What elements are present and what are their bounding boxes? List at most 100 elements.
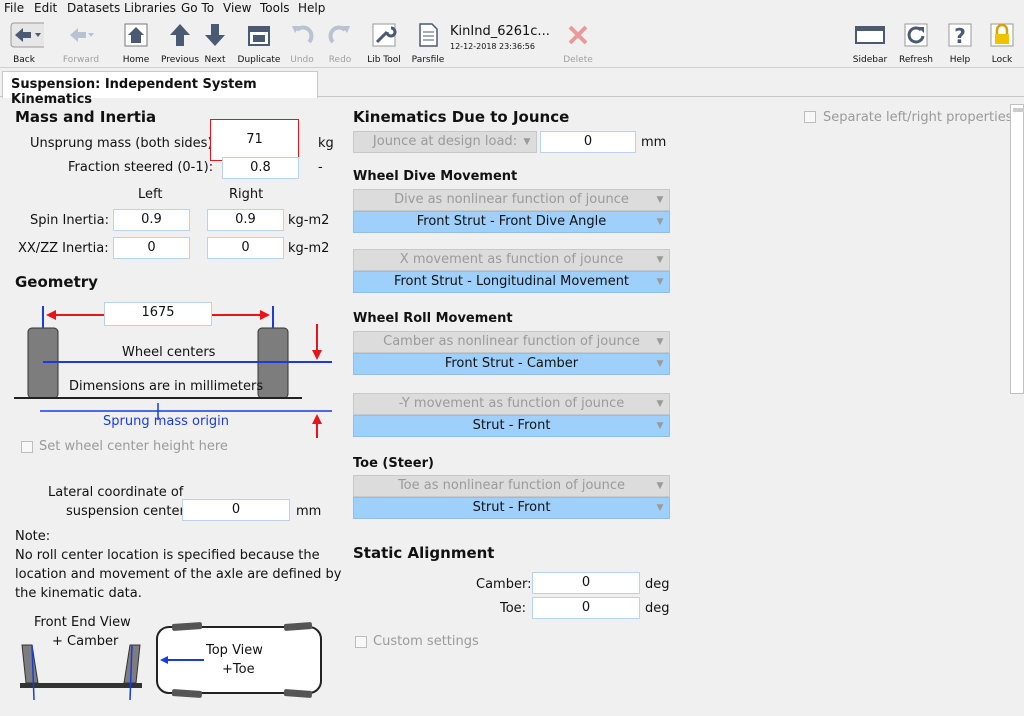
sidebar-panel-edge[interactable]	[1010, 104, 1024, 394]
sidebar-panel-header	[1013, 108, 1024, 112]
jounce-dropdown[interactable]: Jounce at design load: ▼	[353, 131, 537, 153]
fraction-steered-input[interactable]: 0.8	[222, 157, 299, 179]
static-alignment-heading: Static Alignment	[353, 544, 495, 562]
separate-properties-checkbox[interactable]	[804, 111, 816, 123]
toe-function-label: Toe as nonlinear function of jounce	[397, 478, 626, 493]
toe-function-dropdown[interactable]: Toe as nonlinear function of jounce ▼	[353, 475, 670, 497]
right-column-label: Right	[229, 187, 264, 202]
custom-settings-label: Custom settings	[373, 634, 479, 649]
menu-edit[interactable]: Edit	[34, 1, 57, 15]
dataset-date: 12-12-2018 23:36:56	[450, 42, 535, 51]
help-button[interactable]: ? Help	[942, 20, 978, 66]
note-line-1: No roll center location is specified bec…	[15, 548, 320, 563]
spin-inertia-right-input[interactable]: 0.9	[207, 209, 284, 231]
lock-icon	[990, 23, 1014, 47]
lib-tool-button[interactable]: Lib Tool	[364, 20, 404, 66]
refresh-icon	[904, 23, 928, 47]
front-view-label-1: Front End View	[34, 615, 131, 630]
previous-button[interactable]: Previous	[160, 20, 200, 66]
toe-label: Toe:	[500, 601, 527, 616]
back-button[interactable]: Back	[4, 20, 52, 66]
camber-unit: deg	[645, 577, 670, 592]
menu-datasets[interactable]: Datasets	[67, 1, 120, 15]
home-button[interactable]: Home	[118, 20, 154, 66]
chevron-down-icon: ▼	[656, 481, 664, 491]
xxzz-inertia-label: XX/ZZ Inertia:	[18, 241, 109, 256]
menu-help[interactable]: Help	[298, 1, 325, 15]
back-arrow-icon	[10, 22, 52, 48]
toe-dataset-dropdown[interactable]: Strut - Front ▼	[353, 497, 670, 519]
next-button[interactable]: Next	[200, 20, 230, 66]
undo-icon	[292, 25, 314, 44]
note-line-3: the kinematic data.	[15, 586, 142, 601]
menu-libraries[interactable]: Libraries	[124, 1, 176, 15]
sidebar-button[interactable]: Sidebar	[850, 20, 890, 66]
custom-settings-checkbox[interactable]	[355, 636, 367, 648]
camber-input[interactable]: 0	[532, 572, 640, 594]
dive-dataset-dropdown[interactable]: Front Strut - Front Dive Angle ▼	[353, 211, 670, 233]
mass-inertia-heading: Mass and Inertia	[15, 108, 157, 126]
menu-tools[interactable]: Tools	[260, 1, 290, 15]
spin-inertia-left-input[interactable]: 0.9	[113, 209, 190, 231]
previous-label: Previous	[160, 55, 200, 65]
set-height-checkbox[interactable]	[21, 441, 33, 453]
xxzz-inertia-left-input[interactable]: 0	[113, 237, 190, 259]
dimensions-note-label: Dimensions are in millimeters	[69, 379, 264, 394]
redo-button[interactable]: Redo	[326, 20, 354, 66]
xxzz-inertia-right-input[interactable]: 0	[207, 237, 284, 259]
dataset-title: KinInd_6261c...	[450, 24, 550, 39]
lock-button[interactable]: Lock	[984, 20, 1020, 66]
refresh-button[interactable]: Refresh	[896, 20, 936, 66]
unsprung-mass-input[interactable]: 71	[210, 119, 299, 161]
xxzz-inertia-unit: kg-m2	[288, 241, 330, 256]
forward-label: Forward	[62, 55, 100, 65]
menu-goto[interactable]: Go To	[181, 1, 214, 15]
delete-button[interactable]: Delete	[558, 20, 598, 66]
unsprung-mass-label: Unsprung mass (both sides):	[30, 136, 217, 151]
dive-function-dropdown[interactable]: Dive as nonlinear function of jounce ▼	[353, 189, 670, 211]
down-arrow-icon	[205, 24, 225, 46]
sprung-origin-label: Sprung mass origin	[103, 414, 230, 429]
x-movement-dataset-label: Front Strut - Longitudinal Movement	[393, 274, 630, 289]
toe-unit: deg	[645, 601, 670, 616]
menu-view[interactable]: View	[223, 1, 251, 15]
tab-suspension-kinematics[interactable]: Suspension: Independent System Kinematic…	[2, 71, 318, 107]
parsfile-button[interactable]: Parsfile	[410, 20, 446, 66]
lateral-coordinate-input[interactable]: 0	[182, 499, 290, 521]
camber-dataset-label: Front Strut - Camber	[444, 356, 579, 371]
next-label: Next	[204, 55, 226, 65]
y-movement-dataset-label: Strut - Front	[472, 418, 551, 433]
chevron-down-icon: ▼	[656, 359, 664, 369]
duplicate-button[interactable]: Duplicate	[236, 20, 282, 66]
camber-dataset-dropdown[interactable]: Front Strut - Camber ▼	[353, 353, 670, 375]
chevron-down-icon: ▼	[656, 195, 664, 205]
front-view-label-2: + Camber	[52, 634, 119, 649]
x-movement-dataset-dropdown[interactable]: Front Strut - Longitudinal Movement ▼	[353, 271, 670, 293]
camber-function-dropdown[interactable]: Camber as nonlinear function of jounce ▼	[353, 331, 670, 353]
spin-inertia-unit: kg-m2	[288, 213, 330, 228]
x-movement-function-dropdown[interactable]: X movement as function of jounce ▼	[353, 249, 670, 271]
geometry-heading: Geometry	[15, 273, 98, 291]
y-movement-dataset-dropdown[interactable]: Strut - Front ▼	[353, 415, 670, 437]
sidebar-icon	[855, 26, 885, 44]
dive-function-label: Dive as nonlinear function of jounce	[394, 192, 629, 207]
toe-input[interactable]: 0	[532, 597, 640, 619]
menu-file[interactable]: File	[4, 1, 24, 15]
undo-button[interactable]: Undo	[288, 20, 316, 66]
forward-button[interactable]: Forward	[60, 20, 102, 66]
document-icon	[419, 23, 438, 47]
delete-label: Delete	[563, 55, 593, 65]
toe-dataset-label: Strut - Front	[472, 500, 551, 515]
menu-bar: File Edit Datasets Libraries Go To View …	[0, 0, 1024, 18]
help-question-icon: ?	[948, 23, 972, 48]
up-arrow-icon	[170, 24, 190, 46]
dive-heading: Wheel Dive Movement	[353, 169, 518, 184]
y-movement-function-dropdown[interactable]: -Y movement as function of jounce ▼	[353, 393, 670, 415]
jounce-input[interactable]: 0	[540, 131, 636, 153]
track-width-input[interactable]: 1675	[104, 302, 212, 326]
sidebar-label: Sidebar	[852, 55, 888, 65]
spin-inertia-label: Spin Inertia:	[30, 213, 109, 228]
fraction-steered-unit: -	[318, 160, 323, 175]
separate-properties-label: Separate left/right properties	[823, 110, 1013, 125]
x-movement-function-label: X movement as function of jounce	[399, 252, 624, 267]
